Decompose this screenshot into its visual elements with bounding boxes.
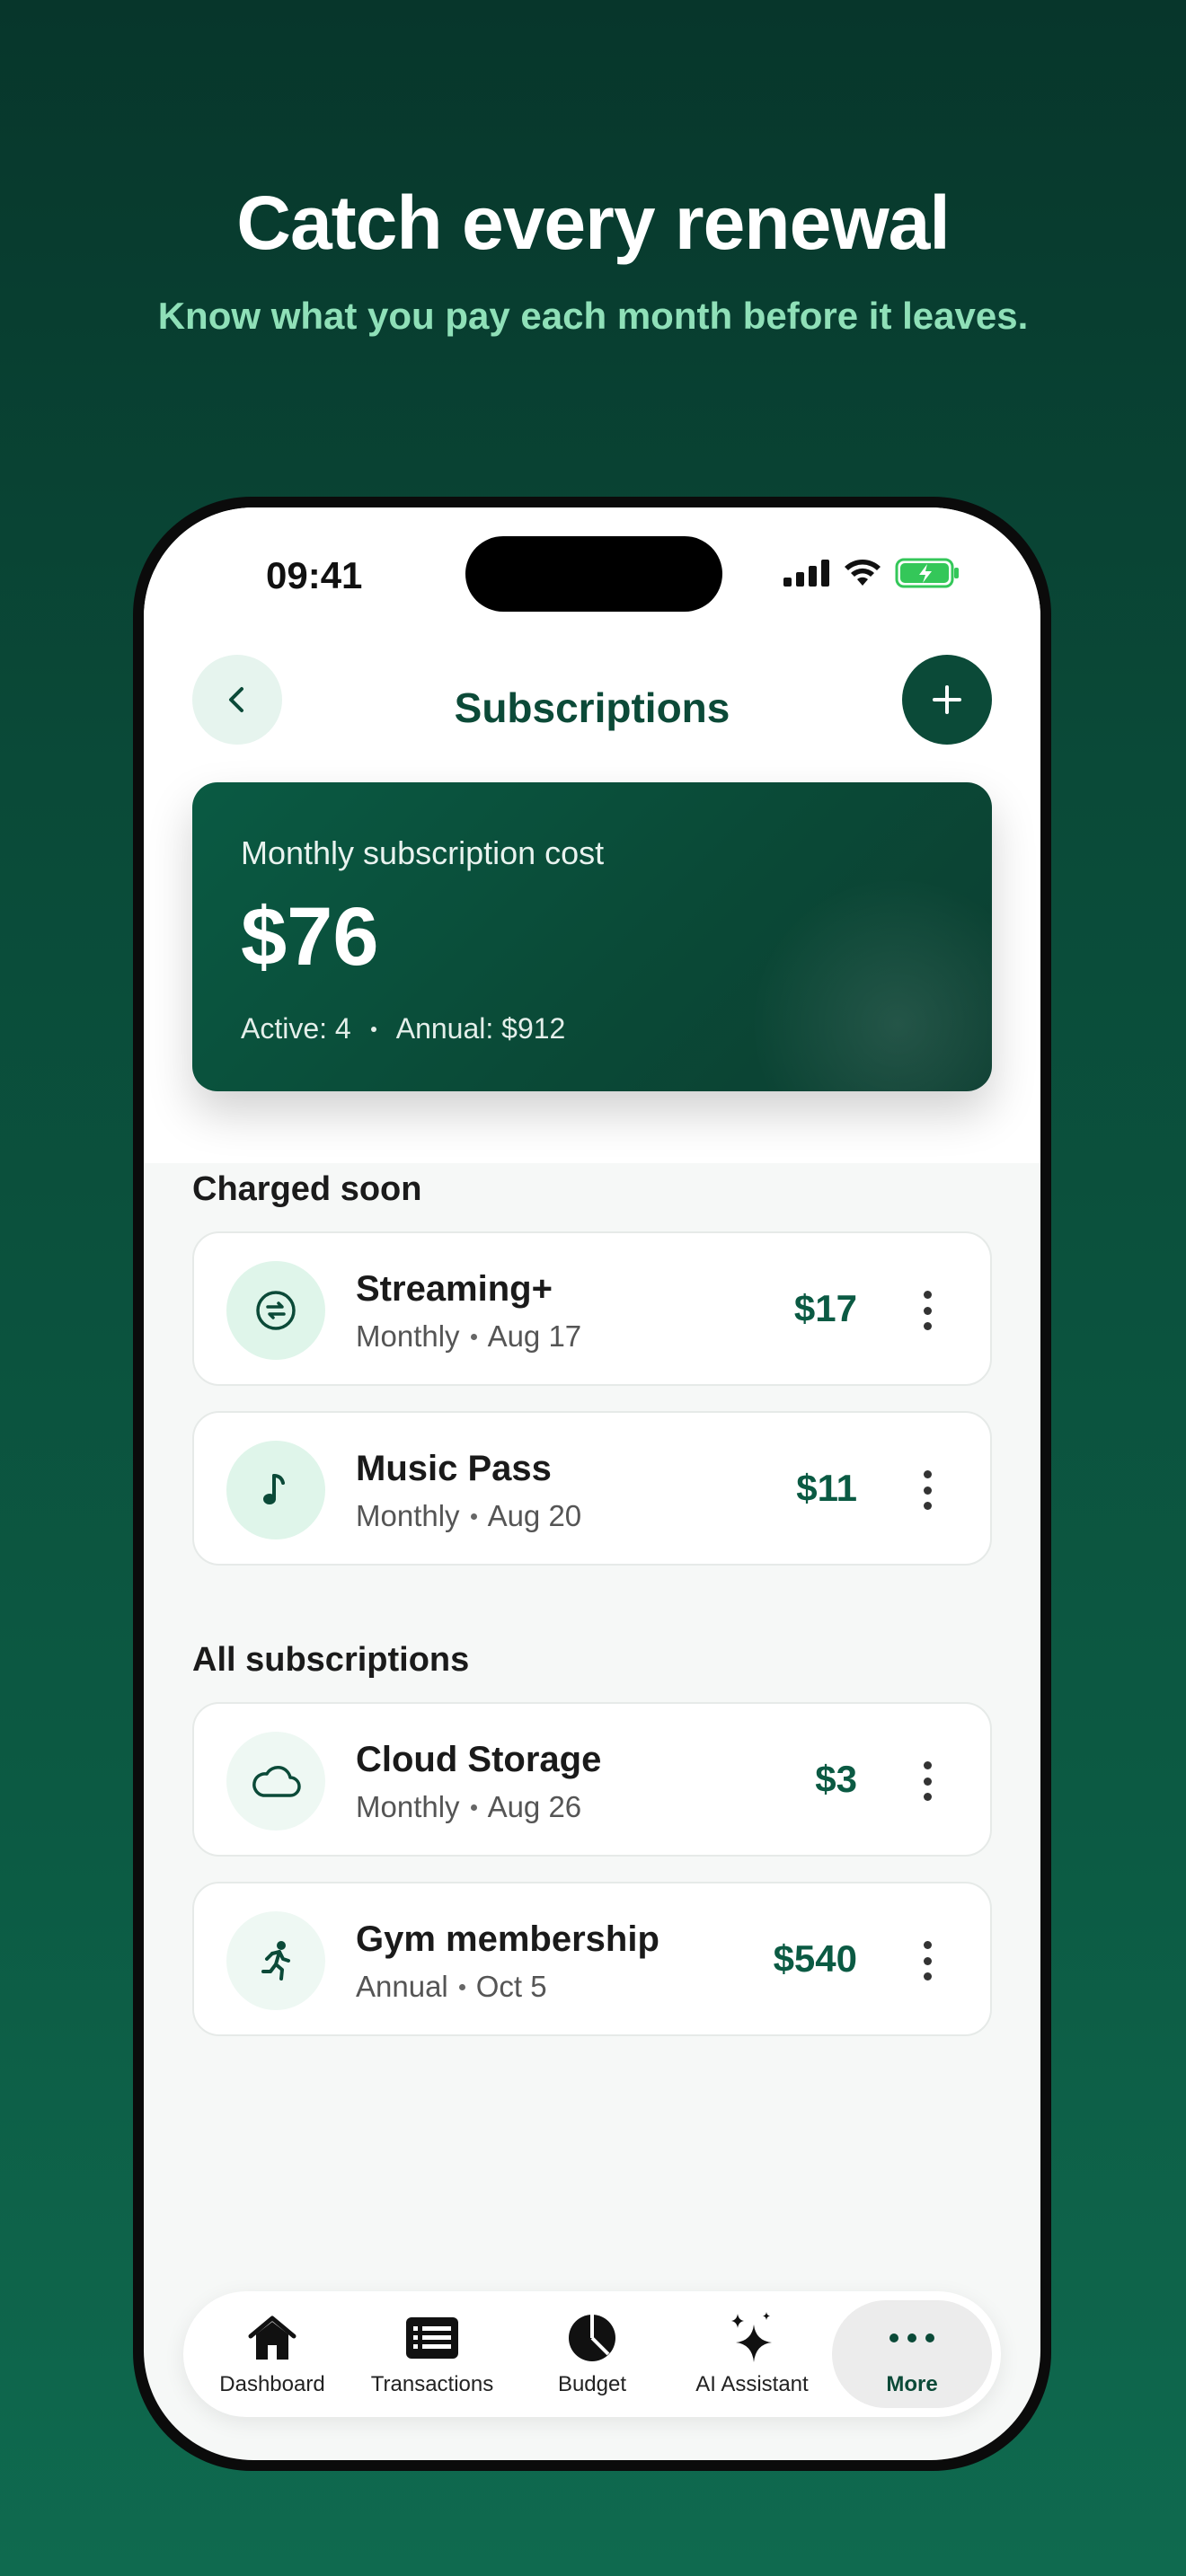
subscription-icon-badge [226,1732,325,1831]
wifi-icon [845,560,881,586]
summary-glow [749,876,992,1091]
subscription-price: $17 [793,1287,857,1329]
subscription-name: Cloud Storage [356,1740,602,1779]
home-icon [248,2316,296,2360]
repeat-icon [256,1291,296,1330]
tab-label: AI Assistant [695,2372,809,2396]
hero-subtitle: Know what you pay each month before it l… [157,295,1029,337]
renewal-date: Aug 20 [487,1499,582,1532]
subscription-card-music-pass[interactable]: Music Pass Monthly Aug 20 $11 [192,1411,992,1566]
summary-meta: Active: 4 Annual: $912 [241,1012,565,1045]
signal-icon [783,560,829,587]
subscription-card-cloud-storage[interactable]: Cloud Storage Monthly Aug 26 $3 [192,1702,992,1857]
bottom-tab-bar: Dashboard Transactions Budget AI Assista… [183,2291,1001,2417]
monthly-cost-amount: $76 [241,891,379,983]
subscription-card-gym-membership[interactable]: Gym membership Annual Oct 5 $540 [192,1882,992,2036]
music-note-icon [263,1474,285,1504]
subscription-meta: Monthly Aug 17 [356,1319,581,1354]
hero-title: Catch every renewal [236,181,950,265]
subscription-icon-badge [226,1261,325,1360]
summary-card: Monthly subscription cost $76 Active: 4 … [192,782,992,1091]
subscription-icon-badge [226,1911,325,2010]
billing-cycle: Monthly [356,1790,460,1823]
status-time: 09:41 [266,554,363,596]
summary-label: Monthly subscription cost [241,834,605,871]
tab-label: Dashboard [219,2372,325,2396]
subscription-price: $3 [815,1758,857,1800]
renewal-date: Aug 26 [487,1790,582,1823]
more-options-button[interactable] [918,1470,936,1510]
tab-budget[interactable]: Budget [512,2300,672,2408]
dynamic-island [465,536,722,612]
subscription-name: Gym membership [356,1919,659,1959]
plus-icon [933,685,961,714]
more-icon [890,2333,934,2342]
tab-more[interactable]: More [832,2300,992,2408]
separator-dot [370,1026,376,1032]
tab-label: More [886,2372,938,2396]
add-subscription-button[interactable] [902,655,992,745]
battery-icon [895,558,959,588]
subscription-price: $11 [796,1467,857,1509]
section-title-all-subscriptions: All subscriptions [192,1641,470,1679]
active-count: Active: 4 [241,1012,351,1045]
subscription-price: $540 [773,1937,857,1980]
tab-dashboard[interactable]: Dashboard [192,2300,352,2408]
separator-dot [458,1983,465,1990]
running-icon [261,1941,290,1981]
tab-label: Transactions [370,2372,494,2396]
pie-chart-icon [569,2315,615,2361]
separator-dot [470,1804,477,1811]
renewal-date: Aug 17 [487,1319,582,1353]
phone-screen: 09:41 Subscriptions Monthly subscription… [144,507,1040,2460]
separator-dot [470,1333,477,1340]
cloud-icon [252,1766,301,1797]
subscription-card-streaming[interactable]: Streaming+ Monthly Aug 17 $17 [192,1231,992,1386]
separator-dot [470,1513,477,1520]
annual-cost: Annual: $912 [395,1012,566,1045]
more-options-button[interactable] [918,1761,936,1801]
billing-cycle: Monthly [356,1319,460,1353]
tab-label: Budget [557,2372,627,2396]
list-icon [406,2317,458,2359]
section-title-charged-soon: Charged soon [192,1170,422,1208]
more-options-button[interactable] [918,1941,936,1981]
renewal-date: Oct 5 [475,1970,547,2003]
status-icons [783,558,960,588]
sparkle-icon [731,2312,772,2362]
billing-cycle: Annual [356,1970,448,2003]
tab-transactions[interactable]: Transactions [352,2300,512,2408]
subscription-name: Music Pass [356,1449,552,1488]
subscription-meta: Monthly Aug 26 [356,1790,581,1824]
phone-frame: 09:41 Subscriptions Monthly subscription… [133,497,1051,2471]
subscription-meta: Monthly Aug 20 [356,1499,581,1533]
billing-cycle: Monthly [356,1499,460,1532]
subscription-name: Streaming+ [356,1269,553,1309]
tab-ai-assistant[interactable]: AI Assistant [672,2300,832,2408]
subscription-meta: Annual Oct 5 [356,1970,547,2004]
subscription-icon-badge [226,1441,325,1539]
more-options-button[interactable] [918,1291,936,1330]
